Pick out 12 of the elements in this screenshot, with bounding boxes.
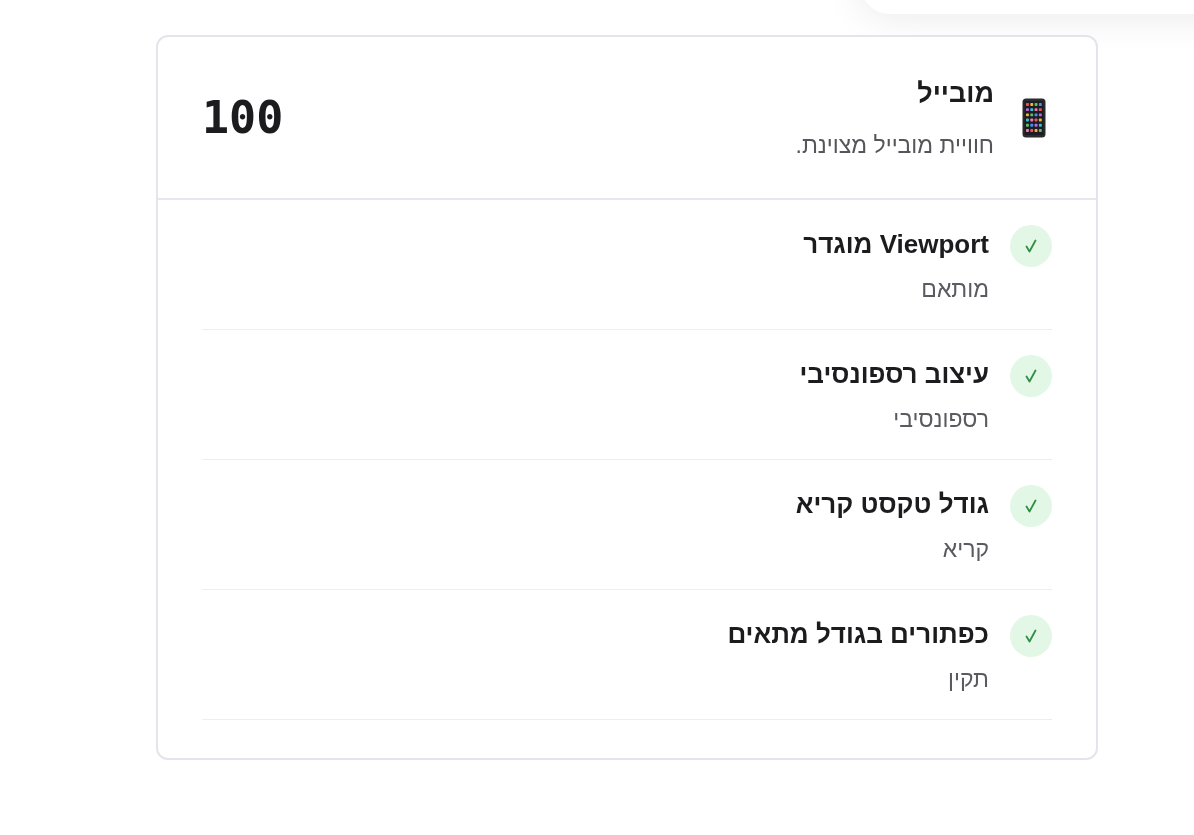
phone-icon: [1022, 97, 1046, 138]
check-title: Viewport מוגדר: [803, 228, 989, 260]
category-title: מובייל: [916, 77, 994, 109]
check-title: גודל טקסט קריא: [795, 488, 989, 520]
check-detail: תקין: [947, 665, 989, 694]
check-detail: רספונסיבי: [892, 405, 989, 434]
check-title: כפתורים בגודל מתאים: [727, 618, 989, 650]
check-detail: מותאם: [920, 275, 989, 304]
category-description: חוויית מובייל מצוינת.: [795, 131, 994, 160]
check-title: עיצוב רספונסיבי: [799, 358, 989, 390]
score-value: 100: [202, 95, 284, 140]
check-detail: קריא: [941, 535, 989, 564]
